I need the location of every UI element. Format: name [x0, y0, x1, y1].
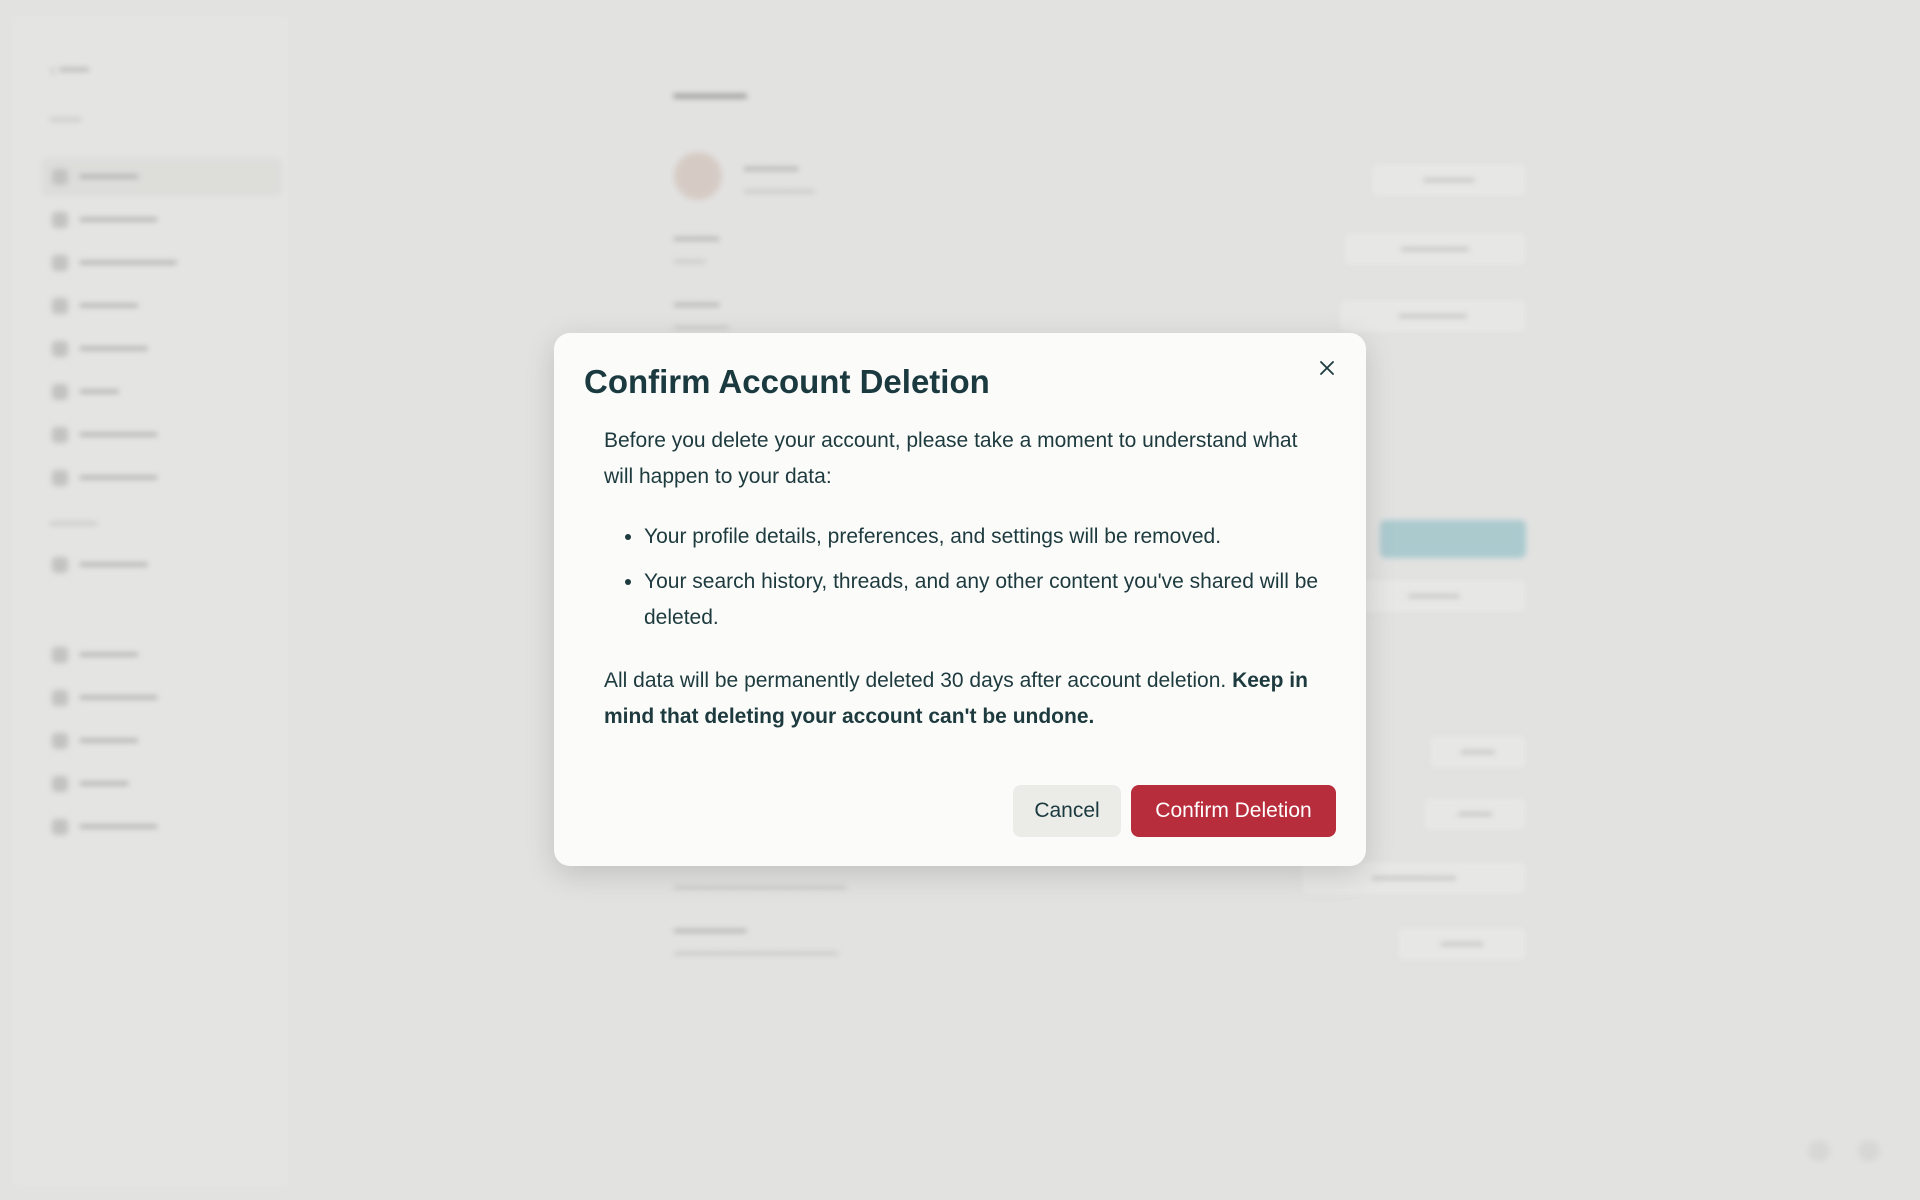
- info-icon: [1858, 1140, 1880, 1162]
- row-label: ━━━━━━━━: [674, 923, 747, 940]
- bg-button: ━━━━━: [1396, 926, 1528, 962]
- sidebar-item: ━━━━━━━━━━: [42, 244, 282, 282]
- confirm-deletion-dialog: Confirm Account Deletion Before you dele…: [554, 333, 1366, 866]
- dialog-title: Confirm Account Deletion: [584, 363, 990, 400]
- sidebar-item: ━━━━: [42, 373, 282, 411]
- sidebar-item: ━━━━━: [42, 765, 282, 803]
- bg-button: ━━━━: [1422, 796, 1528, 832]
- row-sub: ━━━━━━━━━━━━━━━━━━━━━: [674, 946, 839, 961]
- sidebar-item: ━━━━━━: [42, 158, 282, 196]
- sidebar-item: ━━━━━━━━: [42, 201, 282, 239]
- sidebar-item: ━━━━━━━━: [42, 416, 282, 454]
- sidebar-item: ━━━━━━━━: [42, 679, 282, 717]
- list-item: Your search history, threads, and any ot…: [644, 564, 1364, 636]
- warning-text: All data will be permanently deleted 30 …: [604, 669, 1227, 692]
- list-item: Your profile details, preferences, and s…: [644, 519, 1364, 555]
- close-button[interactable]: [1312, 353, 1342, 383]
- bg-button: ━━━━: [1428, 734, 1528, 770]
- help-icon: [1808, 1140, 1830, 1162]
- consequence-list: Your profile details, preferences, and s…: [604, 519, 1364, 645]
- bg-button: [1380, 520, 1526, 558]
- sidebar-item: ━━━━━━━━: [42, 808, 282, 846]
- close-icon: [1320, 361, 1334, 375]
- sidebar-item: ━━━━━━━: [42, 330, 282, 368]
- bg-button: ━━━━━━━━: [1342, 231, 1528, 267]
- deletion-warning: All data will be permanently deleted 30 …: [604, 663, 1324, 735]
- sidebar-item: ━━━━━━━━: [42, 459, 282, 497]
- sidebar-section-header: ━━━━: [50, 112, 82, 127]
- bg-button: ━━━━━━━━: [1338, 298, 1528, 334]
- sidebar-item: ━━━━━━: [42, 636, 282, 674]
- dialog-intro: Before you delete your account, please t…: [604, 429, 1298, 488]
- bg-button: ━━━━━━: [1340, 578, 1528, 614]
- sidebar: ‹ ━━━ ━━━━ ━━━━━━ ━━━━━━━━ ━━━━━━━━━━ ━━…: [12, 16, 291, 1186]
- confirm-deletion-button[interactable]: Confirm Deletion: [1131, 785, 1336, 837]
- page-title: ━━━━━━: [674, 86, 747, 108]
- profile-sub: ━━━━━━━━━: [744, 184, 815, 199]
- sidebar-item: ━━━━━━━: [42, 546, 282, 584]
- row-label: ━━━━━: [674, 297, 720, 314]
- row-label: ━━━━━: [674, 231, 720, 248]
- row-sub: ━━━━━━━━━━━━━━━━━━━━━━: [674, 880, 847, 895]
- avatar: [674, 152, 722, 200]
- profile-name: ━━━━━━: [744, 161, 799, 178]
- sidebar-item: ━━━━━━: [42, 287, 282, 325]
- sidebar-item: ━━━━━━: [42, 722, 282, 760]
- back-link: ‹ ━━━: [50, 62, 89, 79]
- sidebar-section-header: ━━━━━━: [50, 516, 97, 531]
- row-sub: ━━━━: [674, 254, 706, 269]
- bg-button: ━━━━━━: [1370, 162, 1528, 198]
- cancel-button[interactable]: Cancel: [1013, 785, 1121, 837]
